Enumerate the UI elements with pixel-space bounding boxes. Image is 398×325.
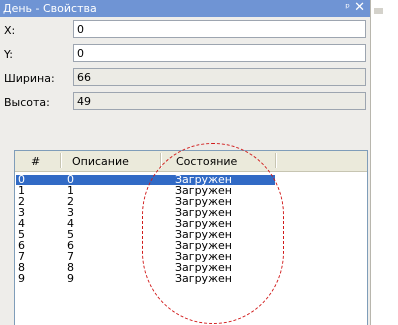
- property-label-x: X:: [4, 24, 16, 37]
- pin-icon[interactable]: ᵖ: [345, 1, 350, 14]
- row-number: 9: [18, 272, 25, 285]
- property-row-y: Y: 0: [0, 42, 370, 66]
- column-header-description[interactable]: Описание: [72, 155, 129, 168]
- title-bar[interactable]: День - Свойства ᵖ ✕: [0, 0, 370, 17]
- property-label-width: Ширина:: [4, 72, 55, 85]
- column-header-number[interactable]: #: [31, 155, 40, 168]
- x-field[interactable]: 0: [73, 20, 366, 38]
- property-row-x: X: 0: [0, 18, 370, 42]
- column-separator[interactable]: [60, 153, 61, 168]
- width-field: 66: [73, 68, 366, 86]
- property-label-y: Y:: [4, 48, 13, 61]
- property-label-height: Высота:: [4, 96, 50, 109]
- y-field[interactable]: 0: [73, 44, 366, 62]
- height-field: 49: [73, 92, 366, 110]
- close-icon[interactable]: ✕: [354, 0, 365, 15]
- background-scroll-fragment: [374, 8, 383, 14]
- annotation-ellipse: [142, 143, 284, 324]
- property-row-height: Высота: 49: [0, 90, 370, 114]
- property-row-width: Ширина: 66: [0, 66, 370, 90]
- window-title: День - Свойства: [3, 2, 97, 15]
- column-separator[interactable]: [275, 153, 276, 168]
- row-description: 9: [67, 272, 74, 285]
- properties-panel: День - Свойства ᵖ ✕ X: 0 Y: 0 Ширина: 66…: [0, 0, 371, 325]
